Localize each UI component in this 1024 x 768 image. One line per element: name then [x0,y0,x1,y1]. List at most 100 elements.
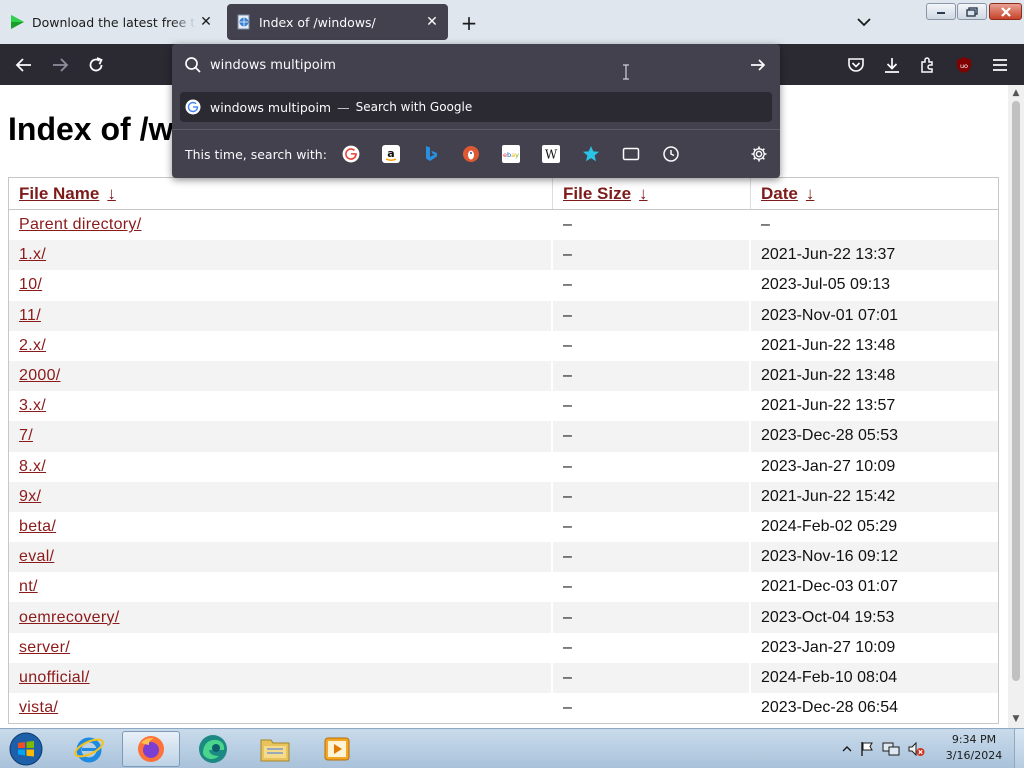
volume-muted-icon[interactable] [907,741,925,757]
directory-link[interactable]: oemrecovery/ [19,609,120,627]
green-play-icon [8,13,26,31]
engine-google-button[interactable] [341,144,361,164]
directory-link[interactable]: nt/ [19,578,38,596]
table-row: unofficial/ –2024-Feb-10 08:04 [9,662,998,693]
tab-icon [622,147,640,161]
pocket-button[interactable] [843,52,869,78]
start-button[interactable] [6,731,46,767]
page-content: Index of /windows/ File Name ↓ File Size… [0,85,1008,728]
directory-link[interactable]: 8.x/ [19,458,46,476]
directory-link[interactable]: 10/ [19,276,42,294]
directory-link[interactable]: 11/ [19,307,41,325]
directory-link[interactable]: 3.x/ [19,397,46,415]
tab-download-trial[interactable]: Download the latest free trial ve ✕ [0,4,222,40]
directory-link[interactable]: 2000/ [19,367,61,385]
column-header-label[interactable]: Date [761,184,798,204]
column-header-label[interactable]: File Size [563,184,631,204]
directory-link[interactable]: 9x/ [19,488,41,506]
column-header-file-name[interactable]: File Name ↓ [9,178,553,209]
back-button[interactable] [11,52,37,78]
engine-amazon-button[interactable]: a [381,144,401,164]
table-row: 3.x/ –2021-Jun-22 13:57 [9,391,998,422]
file-name-cell: 8.x/ [9,451,553,482]
file-name-cell: unofficial/ [9,662,553,693]
file-name-cell: oemrecovery/ [9,602,553,633]
minimize-button[interactable] [926,3,956,20]
date-cell: 2023-Nov-01 07:01 [761,306,898,324]
directory-link[interactable]: 1.x/ [19,246,46,264]
close-window-button[interactable] [989,3,1022,20]
restore-icon [966,6,978,17]
puzzle-icon [921,57,933,73]
file-size-cell: – [553,391,751,422]
extensions-button[interactable] [915,52,941,78]
sort-arrow-icon[interactable]: ↓ [639,184,648,204]
table-row: eval/ –2023-Nov-16 09:12 [9,542,998,573]
directory-link[interactable]: 2.x/ [19,337,46,355]
show-hidden-icons-icon[interactable] [842,745,852,753]
tab-strip: Download the latest free trial ve ✕ Inde… [0,0,1024,44]
amazon-icon: a [382,145,400,163]
taskbar-file-explorer[interactable] [246,731,304,767]
table-row: 11/ –2023-Nov-01 07:01 [9,300,998,331]
column-header-file-size[interactable]: File Size ↓ [553,178,751,209]
table-row: beta/ –2024-Feb-02 05:29 [9,511,998,543]
bookmarks-button[interactable] [581,144,601,164]
downloads-button[interactable] [879,52,905,78]
sort-arrow-icon[interactable]: ↓ [806,184,815,204]
show-desktop-button[interactable] [1014,729,1024,768]
taskbar-firefox[interactable] [122,731,180,767]
reload-button[interactable] [83,52,109,78]
search-settings-button[interactable] [749,144,769,164]
clock-time: 9:34 PM [951,733,997,746]
date-cell: 2021-Jun-22 13:37 [761,246,896,264]
table-row: 1.x/ –2021-Jun-22 13:37 [9,240,998,271]
new-tab-button[interactable]: + [456,10,482,36]
column-header-date[interactable]: Date ↓ [751,178,998,209]
directory-link[interactable]: server/ [19,639,70,657]
directory-listing-table: File Name ↓ File Size ↓ Date ↓ Parent di… [8,177,999,725]
tab-index-windows[interactable]: Index of /windows/ ✕ [227,4,448,40]
file-name-cell: eval/ [9,542,553,573]
close-tab-icon[interactable]: ✕ [196,12,216,32]
engine-wikipedia-button[interactable]: W [541,144,561,164]
directory-link[interactable]: unofficial/ [19,669,90,687]
search-suggestion-google[interactable]: windows multipoim — Search with Google [180,92,772,122]
scroll-thumb[interactable] [1012,101,1020,681]
taskbar-media-player[interactable] [308,731,366,767]
date-cell: 2021-Dec-03 01:07 [761,578,898,596]
scroll-up-icon[interactable]: ▲ [1011,88,1021,98]
engine-ebay-button[interactable]: ebay [501,144,521,164]
scroll-down-icon[interactable]: ▼ [1011,714,1021,724]
directory-link[interactable]: eval/ [19,548,54,566]
date-cell: 2021-Jun-22 13:57 [761,397,896,415]
directory-link[interactable]: vista/ [19,699,58,717]
go-arrow-icon[interactable] [748,55,768,75]
taskbar-clock[interactable]: 9:34 PM 3/16/2024 [938,732,1010,764]
forward-button[interactable] [47,52,73,78]
action-center-flag-icon[interactable] [859,741,875,757]
google-icon [342,145,360,163]
directory-link[interactable]: 7/ [19,427,33,445]
directory-link[interactable]: beta/ [19,518,56,536]
taskbar-internet-explorer[interactable] [60,731,118,767]
url-input[interactable] [210,54,730,76]
tabs-button[interactable] [621,144,641,164]
network-icon[interactable] [882,741,900,757]
ublock-origin-button[interactable]: uo [951,52,977,78]
page-scrollbar[interactable]: ▲ ▼ [1008,85,1024,728]
system-tray [842,737,925,761]
engine-duckduckgo-button[interactable] [461,144,481,164]
engine-bing-button[interactable] [421,144,441,164]
directory-link[interactable]: Parent directory/ [19,216,141,234]
date-cell: 2024-Feb-10 08:04 [761,668,898,686]
history-button[interactable] [661,144,681,164]
taskbar-edge[interactable] [184,731,242,767]
sort-arrow-icon[interactable]: ↓ [107,184,116,204]
date-cell: 2023-Oct-04 19:53 [761,608,895,626]
close-tab-icon[interactable]: ✕ [422,12,442,32]
app-menu-button[interactable] [987,52,1013,78]
restore-button[interactable] [957,3,987,20]
column-header-label[interactable]: File Name [19,184,99,204]
list-all-tabs-button[interactable] [852,10,876,34]
